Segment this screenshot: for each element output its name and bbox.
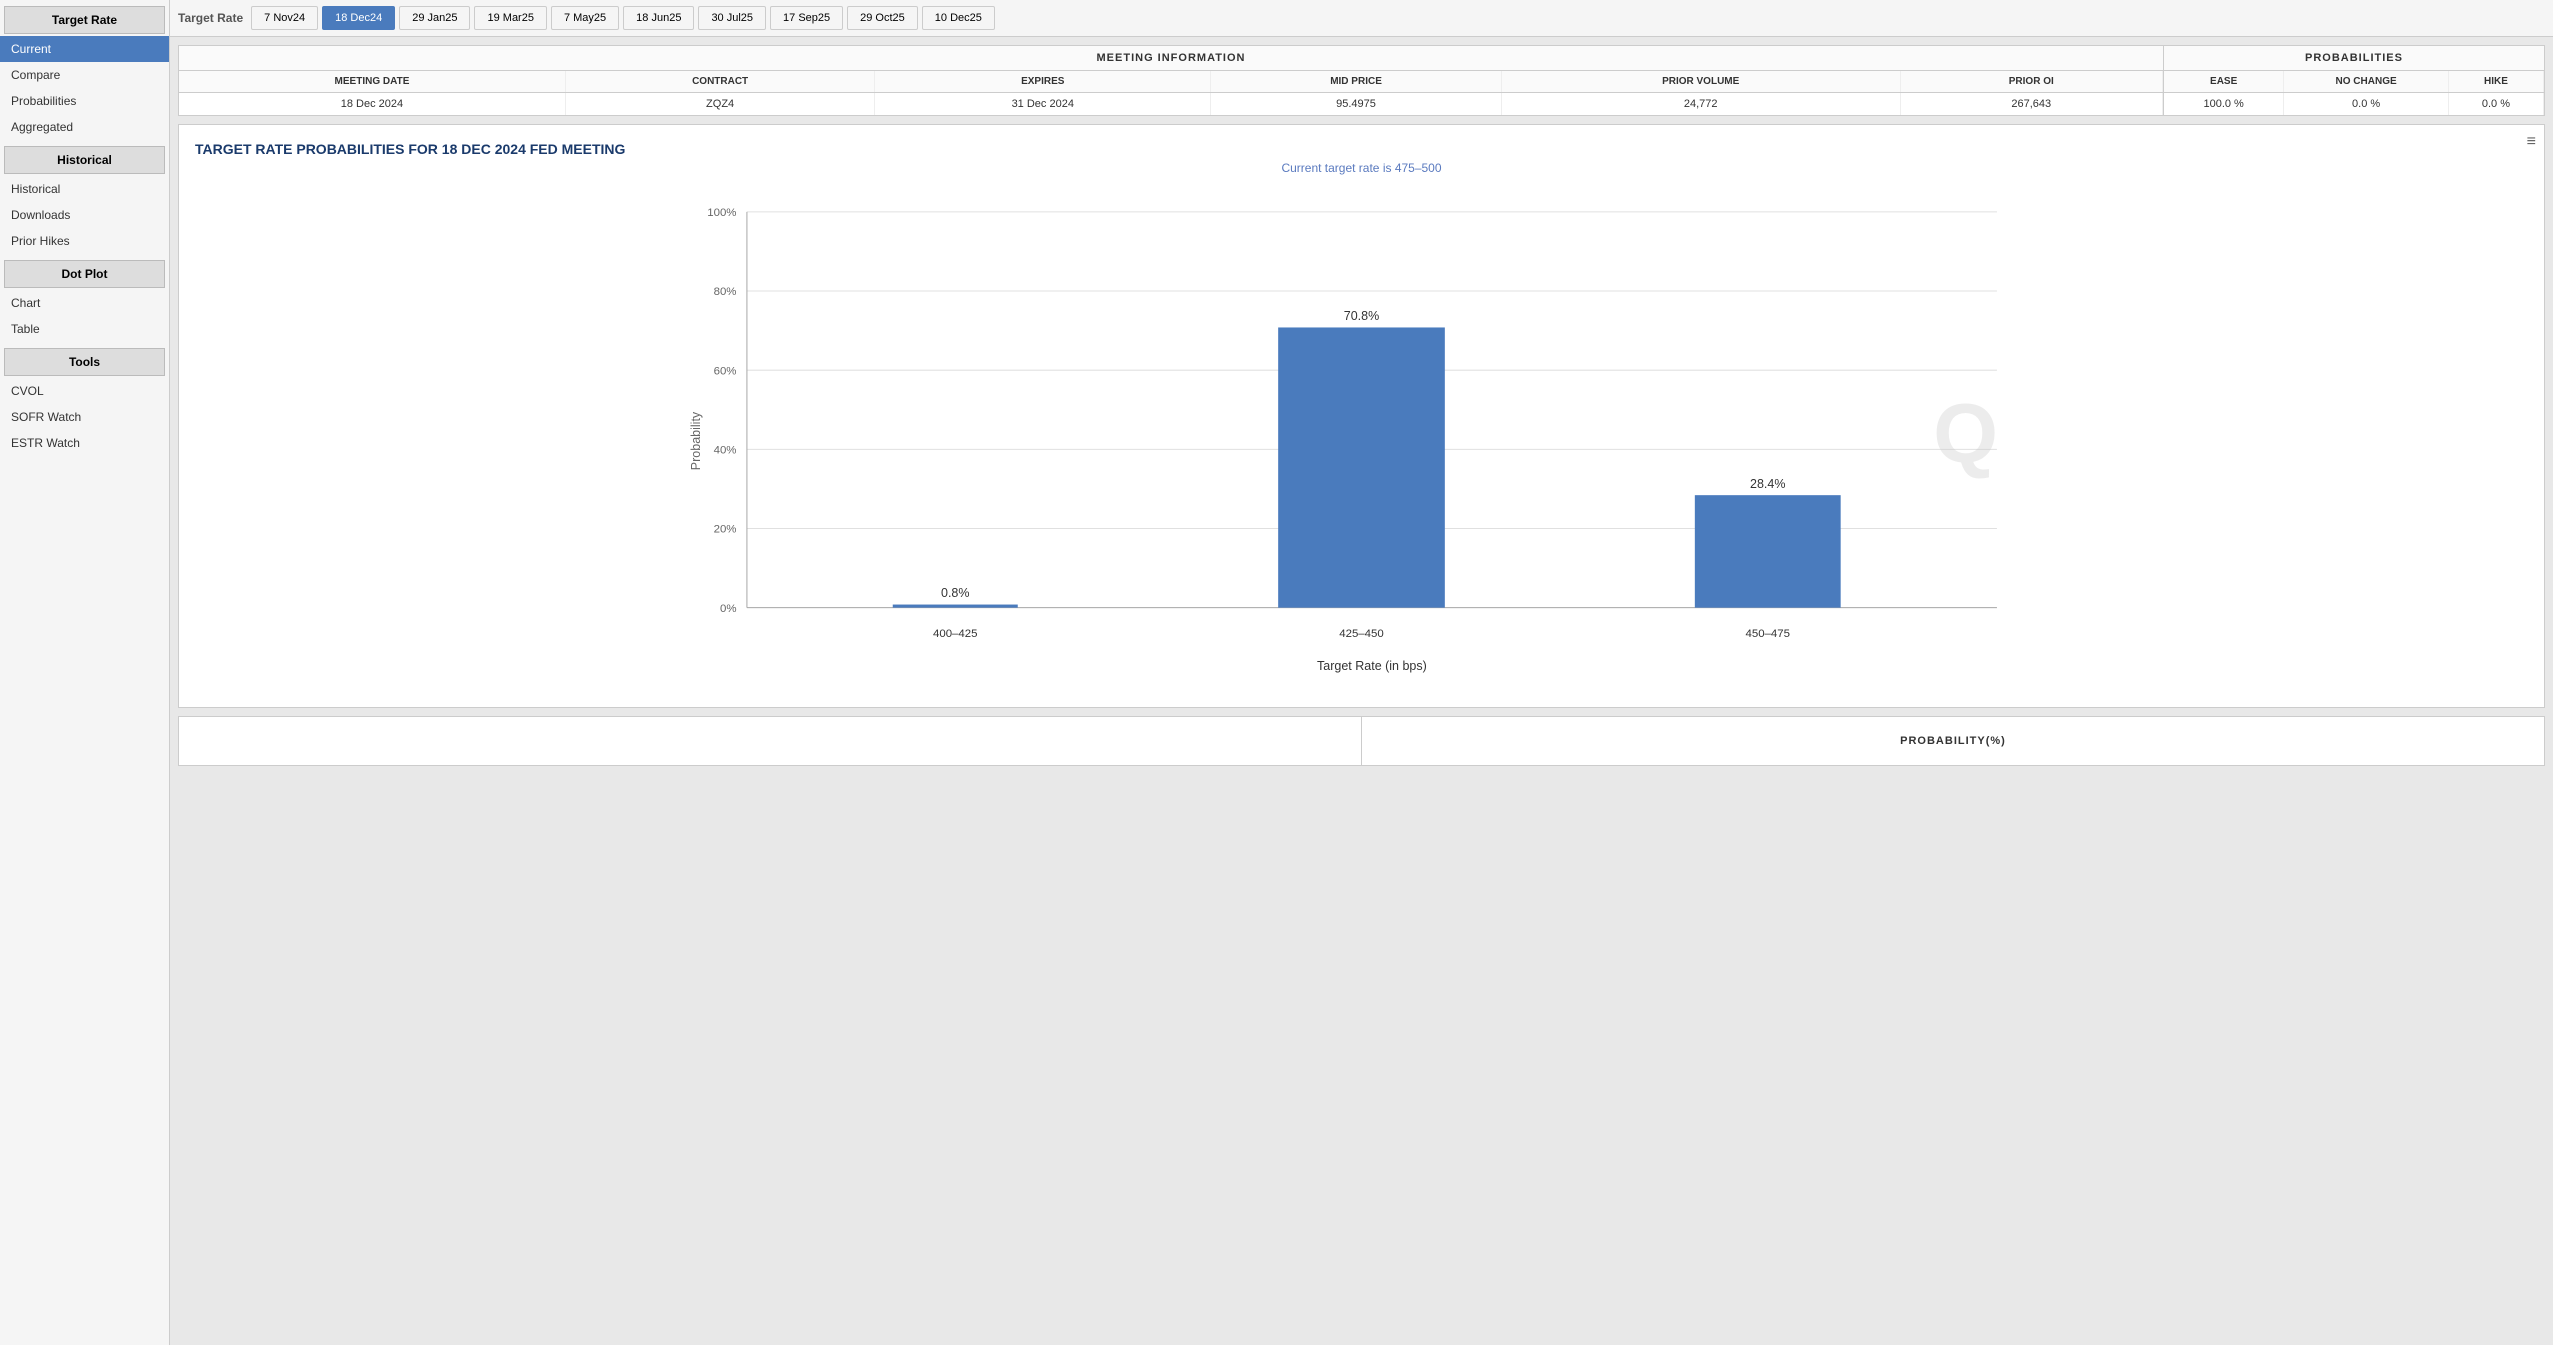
sidebar-item-table[interactable]: Table xyxy=(0,316,169,342)
y-label-60: 60% xyxy=(714,365,737,377)
probabilities-table: EASE NO CHANGE HIKE 100.0 % 0.0 % 0.0 % xyxy=(2164,71,2544,115)
meeting-info-section: MEETING INFORMATION MEETING DATE CONTRAC… xyxy=(179,46,2164,115)
probabilities-section: PROBABILITIES EASE NO CHANGE HIKE 100.0 … xyxy=(2164,46,2544,115)
cell-prior-oi: 267,643 xyxy=(1900,93,2162,116)
chart-svg: Probability 100% 80% 60% 40% xyxy=(195,191,2528,691)
bottom-left xyxy=(179,729,1361,753)
watermark: Q xyxy=(1933,387,1998,480)
tab-29jan25[interactable]: 29 Jan25 xyxy=(399,6,470,30)
tabs-bar: Target Rate 7 Nov2418 Dec2429 Jan2519 Mar… xyxy=(170,0,2553,37)
tab-7nov24[interactable]: 7 Nov24 xyxy=(251,6,318,30)
col-mid-price: MID PRICE xyxy=(1211,71,1502,93)
tools-group: Tools CVOL SOFR Watch ESTR Watch xyxy=(0,346,169,456)
cell-hike: 0.0 % xyxy=(2448,93,2543,116)
meeting-info-header: MEETING INFORMATION xyxy=(179,46,2163,71)
chart-container: Probability 100% 80% 60% 40% xyxy=(195,191,2528,691)
chart-subtitle: Current target rate is 475–500 xyxy=(195,161,2528,175)
tab-30jul25[interactable]: 30 Jul25 xyxy=(698,6,766,30)
cell-no-change: 0.0 % xyxy=(2284,93,2449,116)
sidebar-item-estr-watch[interactable]: ESTR Watch xyxy=(0,430,169,456)
sidebar-item-chart[interactable]: Chart xyxy=(0,290,169,316)
bar-label-450-475: 28.4% xyxy=(1750,477,1785,491)
col-expires: EXPIRES xyxy=(875,71,1211,93)
col-prior-oi: PRIOR OI xyxy=(1900,71,2162,93)
cell-expires: 31 Dec 2024 xyxy=(875,93,1211,116)
tab-7may25[interactable]: 7 May25 xyxy=(551,6,619,30)
col-meeting-date: MEETING DATE xyxy=(179,71,565,93)
dot-plot-section[interactable]: Dot Plot xyxy=(4,260,165,288)
bar-label-425-450: 70.8% xyxy=(1344,309,1379,323)
sidebar-item-probabilities[interactable]: Probabilities xyxy=(0,88,169,114)
y-label-20: 20% xyxy=(714,524,737,536)
cell-contract: ZQZ4 xyxy=(565,93,874,116)
x-label-450-475: 450–475 xyxy=(1745,628,1790,640)
content-area: MEETING INFORMATION MEETING DATE CONTRAC… xyxy=(170,37,2553,1345)
cell-ease: 100.0 % xyxy=(2164,93,2284,116)
bar-400-425 xyxy=(893,605,1018,608)
sidebar-item-prior-hikes[interactable]: Prior Hikes xyxy=(0,228,169,254)
info-panel: MEETING INFORMATION MEETING DATE CONTRAC… xyxy=(178,45,2545,116)
tools-section[interactable]: Tools xyxy=(4,348,165,376)
sidebar-item-historical[interactable]: Historical xyxy=(0,176,169,202)
x-label-400-425: 400–425 xyxy=(933,628,978,640)
col-ease: EASE xyxy=(2164,71,2284,93)
target-rate-label: Target Rate xyxy=(178,11,243,25)
tab-18dec24[interactable]: 18 Dec24 xyxy=(322,6,395,30)
tab-18jun25[interactable]: 18 Jun25 xyxy=(623,6,694,30)
y-label-100: 100% xyxy=(707,207,736,219)
cell-prior-volume: 24,772 xyxy=(1501,93,1900,116)
chart-section: ≡ TARGET RATE PROBABILITIES FOR 18 DEC 2… xyxy=(178,124,2545,708)
probabilities-header: PROBABILITIES xyxy=(2164,46,2544,71)
bottom-probability-label: PROBABILITY(%) xyxy=(1362,723,2544,759)
sidebar: Target Rate Current Compare Probabilitie… xyxy=(0,0,170,1345)
y-label-40: 40% xyxy=(714,445,737,457)
y-axis-label: Probability xyxy=(689,411,703,470)
target-rate-group: Target Rate Current Compare Probabilitie… xyxy=(0,4,169,140)
meeting-info-table: MEETING DATE CONTRACT EXPIRES MID PRICE … xyxy=(179,71,2163,115)
sidebar-item-downloads[interactable]: Downloads xyxy=(0,202,169,228)
x-label-425-450: 425–450 xyxy=(1339,628,1384,640)
sidebar-item-aggregated[interactable]: Aggregated xyxy=(0,114,169,140)
tab-17sep25[interactable]: 17 Sep25 xyxy=(770,6,843,30)
col-no-change: NO CHANGE xyxy=(2284,71,2449,93)
menu-icon[interactable]: ≡ xyxy=(2527,133,2536,151)
bar-450-475 xyxy=(1695,495,1841,607)
dot-plot-group: Dot Plot Chart Table xyxy=(0,258,169,342)
sidebar-item-sofr-watch[interactable]: SOFR Watch xyxy=(0,404,169,430)
tab-10dec25[interactable]: 10 Dec25 xyxy=(922,6,995,30)
tab-29oct25[interactable]: 29 Oct25 xyxy=(847,6,918,30)
x-axis-title: Target Rate (in bps) xyxy=(1317,659,1427,673)
main-content: Target Rate 7 Nov2418 Dec2429 Jan2519 Mar… xyxy=(170,0,2553,1345)
bar-label-400-425: 0.8% xyxy=(941,586,970,600)
col-hike: HIKE xyxy=(2448,71,2543,93)
y-label-0: 0% xyxy=(720,603,737,615)
cell-meeting-date: 18 Dec 2024 xyxy=(179,93,565,116)
sidebar-item-compare[interactable]: Compare xyxy=(0,62,169,88)
tab-19mar25[interactable]: 19 Mar25 xyxy=(474,6,546,30)
sidebar-item-cvol[interactable]: CVOL xyxy=(0,378,169,404)
y-label-80: 80% xyxy=(714,286,737,298)
target-rate-section[interactable]: Target Rate xyxy=(4,6,165,34)
cell-mid-price: 95.4975 xyxy=(1211,93,1502,116)
historical-group: Historical Historical Downloads Prior Hi… xyxy=(0,144,169,254)
sidebar-item-current[interactable]: Current xyxy=(0,36,169,62)
bottom-section: PROBABILITY(%) xyxy=(178,716,2545,766)
col-contract: CONTRACT xyxy=(565,71,874,93)
col-prior-volume: PRIOR VOLUME xyxy=(1501,71,1900,93)
bar-425-450 xyxy=(1278,327,1445,607)
historical-section[interactable]: Historical xyxy=(4,146,165,174)
chart-title: TARGET RATE PROBABILITIES FOR 18 DEC 202… xyxy=(195,141,2528,157)
